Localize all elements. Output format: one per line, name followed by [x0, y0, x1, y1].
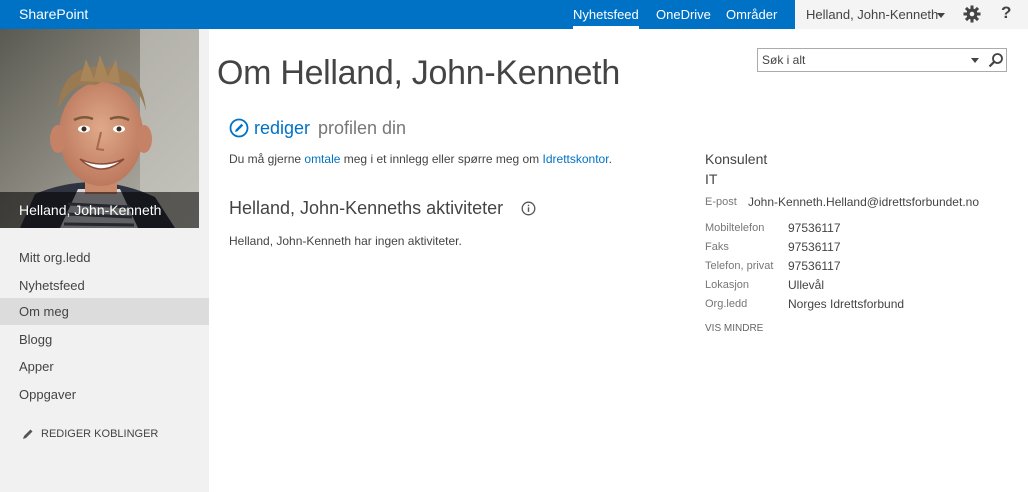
leftnav-item-org[interactable]: Mitt org.ledd: [0, 244, 209, 271]
edit-links-label[interactable]: REDIGER KOBLINGER: [41, 428, 158, 440]
detail-value-home-phone: 97536117: [788, 259, 841, 273]
leftnav-label[interactable]: Mitt org.ledd: [19, 250, 91, 265]
edit-link-rest: profilen din: [318, 118, 407, 138]
mention-text: Du må gjerne omtale meg i et innlegg ell…: [229, 152, 612, 166]
suite-bar: SharePoint Nyhetsfeed OneDrive Områder H…: [0, 0, 1028, 29]
mention-suffix: .: [608, 152, 612, 166]
mention-prefix: Du må gjerne: [229, 152, 302, 166]
detail-label-mobile: Mobiltelefon: [705, 222, 765, 234]
topnav-sites[interactable]: Områder: [726, 0, 777, 29]
leftnav-label[interactable]: Oppgaver: [19, 387, 76, 402]
photo-name: Helland, John-Kenneth: [19, 202, 162, 218]
mention-link[interactable]: omtale: [304, 152, 340, 166]
leftnav-label[interactable]: Om meg: [19, 304, 69, 319]
chevron-down-icon[interactable]: [937, 13, 945, 18]
help-icon[interactable]: ?: [1001, 3, 1011, 23]
search-box[interactable]: [757, 48, 1007, 72]
photo-caption: Helland, John-Kenneth: [0, 192, 199, 228]
search-scope-dropdown-icon[interactable]: [971, 58, 979, 63]
leftnav-item-newsfeed[interactable]: Nyhetsfeed: [0, 272, 209, 299]
topnav-onedrive[interactable]: OneDrive: [656, 0, 711, 29]
pencil-icon: [23, 429, 33, 439]
email-link[interactable]: John-Kenneth.Helland@idrettsforbundet.no: [748, 195, 979, 209]
detail-label-fax: Faks: [705, 241, 729, 253]
search-icon[interactable]: [988, 52, 1004, 68]
topic-link[interactable]: Idrettskontor: [543, 152, 609, 166]
mention-middle: meg i et innlegg eller spørre meg om: [343, 152, 540, 166]
email-label: E-post: [705, 196, 737, 208]
detail-value-location: Ullevål: [788, 278, 825, 292]
leftnav-item-blog[interactable]: Blogg: [0, 326, 209, 353]
leftnav-label[interactable]: Blogg: [19, 332, 52, 347]
search-input[interactable]: [762, 52, 962, 68]
detail-value-org: Norges Idrettsforbund: [788, 297, 905, 311]
detail-value-fax: 97536117: [788, 240, 841, 254]
left-panel: Helland, John-Kenneth Mitt org.ledd Nyhe…: [0, 29, 209, 492]
job-title: Konsulent: [705, 151, 768, 167]
show-less-link[interactable]: VIS MINDRE: [705, 323, 763, 334]
leftnav-item-apps[interactable]: Apper: [0, 353, 209, 380]
edit-link[interactable]: rediger: [254, 118, 310, 139]
info-icon[interactable]: [521, 201, 536, 216]
detail-value-mobile: 97536117: [788, 221, 841, 235]
detail-label-location: Lokasjon: [705, 279, 750, 291]
gear-icon[interactable]: [963, 5, 981, 23]
detail-label-home-phone: Telefon, privat: [705, 260, 774, 272]
topnav-newsfeed[interactable]: Nyhetsfeed: [573, 0, 639, 29]
edit-circle-icon[interactable]: [229, 118, 249, 138]
profile-photo[interactable]: Helland, John-Kenneth: [0, 29, 199, 228]
leftnav-item-about-me[interactable]: Om meg: [0, 298, 209, 325]
activities-heading: Helland, John-Kenneths aktiviteter: [229, 198, 504, 218]
user-menu[interactable]: Helland, John-Kenneth ?: [795, 0, 1028, 29]
user-name[interactable]: Helland, John-Kenneth: [806, 7, 938, 22]
detail-label-org: Org.ledd: [705, 298, 748, 310]
leftnav-label[interactable]: Apper: [19, 359, 54, 374]
brand-link[interactable]: SharePoint: [19, 6, 88, 22]
department: IT: [705, 171, 718, 187]
page-title: Om Helland, John-Kenneth: [217, 54, 620, 92]
leftnav-item-tasks[interactable]: Oppgaver: [0, 381, 209, 408]
no-activities-text: Helland, John-Kenneth har ingen aktivite…: [229, 234, 462, 248]
leftnav-label[interactable]: Nyhetsfeed: [19, 278, 85, 293]
